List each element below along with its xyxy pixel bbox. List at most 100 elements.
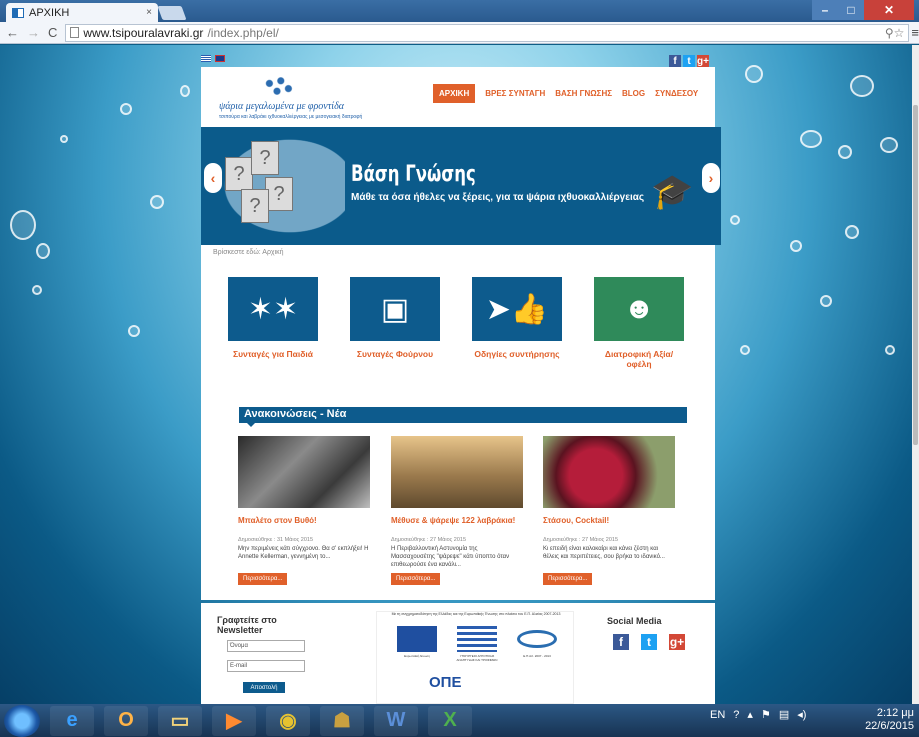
banner-subtitle: Μάθε τα όσα ήθελες να ξέρεις, για τα ψάρ… xyxy=(351,192,645,203)
site-header: ψάρια μεγαλωμένα με φροντίδα τσιπούρα κα… xyxy=(201,67,715,127)
article-excerpt: Μην περιμένεις κάτι σύγχρονο. Θα σ' εκπλ… xyxy=(238,546,369,560)
forward-arrow-icon[interactable]: → xyxy=(27,25,40,40)
maximize-button[interactable]: □ xyxy=(838,0,864,20)
menu-item-knowledge-base[interactable]: ΒΑΣΗ ΓΝΩΣΗΣ xyxy=(555,89,612,98)
banner-title: Βάση Γνώσης xyxy=(351,162,476,187)
category-oven-recipes[interactable]: ▣ Συνταγές Φούρνου xyxy=(350,277,440,359)
kids-icon: ✶✶ xyxy=(228,277,318,341)
english-flag-icon[interactable] xyxy=(215,55,225,62)
start-button[interactable] xyxy=(4,704,40,737)
hero-banner: ? ? ? ? Βάση Γνώσης Μάθε τα όσα ήθελες ν… xyxy=(201,127,721,245)
flag-icon[interactable]: ⚑ xyxy=(761,708,771,721)
banner-next-button[interactable]: › xyxy=(702,163,720,193)
menu-item-blog[interactable]: BLOG xyxy=(622,89,645,98)
newsletter-submit-button[interactable]: Αποστολή xyxy=(243,682,285,693)
menu-item-login[interactable]: ΣΥΝΔΕΣΟΥ xyxy=(655,89,698,98)
browser-toolbar: ← → C www.tsipouralavraki.gr /index.php/… xyxy=(0,22,919,44)
minimize-button[interactable]: – xyxy=(812,0,838,20)
partner-name: ΥΠΟΥΡΓΕΙΟ ΑΓΡΟΤΙΚΗΣ ΑΝΑΠΤΥΞΗΣ ΚΑΙ ΤΡΟΦΙΜ… xyxy=(456,654,498,662)
newsletter-email-field[interactable]: E-mail xyxy=(227,660,305,672)
article-title[interactable]: Μπαλέτο στον Βυθό! xyxy=(238,516,370,525)
news-article: Μπαλέτο στον Βυθό! Δημοσιεύθηκε : 31 Μάι… xyxy=(238,436,370,585)
article-title[interactable]: Μέθυσε & ψάρεψε 122 λαβράκια! xyxy=(391,516,523,525)
article-date: Δημοσιεύθηκε : 27 Μάιος 2015 xyxy=(391,537,467,543)
network-icon[interactable]: ▤ xyxy=(779,708,789,721)
article-excerpt: Κι επειδή είναι καλοκαίρι και κάνει ζέστ… xyxy=(543,546,665,560)
category-label[interactable]: Συνταγές Φούρνου xyxy=(350,349,440,359)
fish-logo-icon[interactable] xyxy=(258,73,296,99)
facebook-icon[interactable]: f xyxy=(613,634,629,650)
espa-logo-icon xyxy=(517,630,557,648)
menu-item-home[interactable]: ΑΡΧΙΚΗ xyxy=(433,84,476,103)
news-heading-bar: Ανακοινώσεις - Νέα xyxy=(239,407,687,427)
language-indicator[interactable]: EN xyxy=(710,709,725,721)
graduation-cap-icon: 🎓 xyxy=(651,173,694,211)
category-label[interactable]: Διατροφική Αξία/ οφέλη xyxy=(594,349,684,369)
footer-social-links: f t g+ xyxy=(613,634,685,650)
browser-tab[interactable]: ΑΡΧΙΚΗ × xyxy=(6,3,158,22)
category-label[interactable]: Οδηγίες συντήρησης xyxy=(472,349,562,359)
media-player-icon[interactable]: ▶ xyxy=(212,705,256,736)
file-explorer-icon[interactable]: ▭ xyxy=(158,705,202,736)
menu-item-find-recipe[interactable]: ΒΡΕΣ ΣΥΝΤΑΓΗ xyxy=(485,89,545,98)
category-label[interactable]: Συνταγές για Παιδιά xyxy=(228,349,318,359)
news-article: Στάσου, Cocktail! Δημοσιεύθηκε : 27 Μάιο… xyxy=(543,436,675,585)
news-heading: Ανακοινώσεις - Νέα xyxy=(244,408,347,420)
address-bar[interactable]: www.tsipouralavraki.gr /index.php/el/ ⚲☆ xyxy=(65,23,910,42)
app-icon[interactable]: ☗ xyxy=(320,705,364,736)
page-icon xyxy=(70,27,80,38)
greek-flag-icon xyxy=(457,626,497,652)
facebook-icon[interactable]: f xyxy=(669,55,681,67)
read-more-button[interactable]: Περισσότερα... xyxy=(391,573,441,585)
tab-title: ΑΡΧΙΚΗ xyxy=(29,6,70,19)
zoom-star-icon[interactable]: ⚲☆ xyxy=(885,26,905,40)
partner-name: Ευρωπαϊκή Ένωση xyxy=(404,654,430,658)
excel-icon[interactable]: X xyxy=(428,705,472,736)
article-image[interactable] xyxy=(391,436,523,508)
partner-name: Ε.Π.ΑΛ. 2007 - 2013 xyxy=(523,654,551,658)
category-kids-recipes[interactable]: ✶✶ Συνταγές για Παιδιά xyxy=(228,277,318,359)
internet-explorer-icon[interactable]: e xyxy=(50,705,94,736)
newsletter-name-field[interactable]: Όνομα xyxy=(227,640,305,652)
volume-icon[interactable]: ◂) xyxy=(797,708,806,721)
logo-title[interactable]: ψάρια μεγαλωμένα με φροντίδα xyxy=(219,101,344,112)
favicon-icon xyxy=(12,7,24,18)
ope-logo: ΟΠΕ xyxy=(429,674,462,691)
google-plus-icon[interactable]: g+ xyxy=(669,634,685,650)
tab-close-icon[interactable]: × xyxy=(146,7,152,18)
oven-icon: ▣ xyxy=(350,277,440,341)
read-more-button[interactable]: Περισσότερα... xyxy=(238,573,288,585)
page-scrollbar[interactable] xyxy=(912,45,919,704)
tray-expand-icon[interactable]: ▴ xyxy=(747,708,753,721)
google-plus-icon[interactable]: g+ xyxy=(697,55,709,67)
breadcrumb: Βρίσκεστε εδώ: Αρχική xyxy=(201,245,715,261)
chrome-menu-icon[interactable]: ≡ xyxy=(911,25,919,40)
article-date: Δημοσιεύθηκε : 27 Μάιος 2015 xyxy=(543,537,619,543)
article-image[interactable] xyxy=(238,436,370,508)
category-storage-tips[interactable]: ➤👍 Οδηγίες συντήρησης xyxy=(472,277,562,359)
banner-prev-button[interactable]: ‹ xyxy=(204,163,222,193)
category-nutrition[interactable]: ☻ Διατροφική Αξία/ οφέλη xyxy=(594,277,684,369)
reload-icon[interactable]: C xyxy=(48,25,57,40)
word-icon[interactable]: W xyxy=(374,705,418,736)
clock-time: 2:12 μμ xyxy=(876,707,914,719)
article-image[interactable] xyxy=(543,436,675,508)
outlook-icon[interactable]: O xyxy=(104,705,148,736)
greek-flag-icon[interactable] xyxy=(201,55,211,62)
scrollbar-thumb[interactable] xyxy=(913,105,918,445)
article-title[interactable]: Στάσου, Cocktail! xyxy=(543,516,675,525)
twitter-icon[interactable]: t xyxy=(641,634,657,650)
chrome-icon[interactable]: ◉ xyxy=(266,705,310,736)
fish-thumbs-up-icon: ➤👍 xyxy=(472,277,562,341)
twitter-icon[interactable]: t xyxy=(683,55,695,67)
social-media-title: Social Media xyxy=(607,616,662,626)
read-more-button[interactable]: Περισσότερα... xyxy=(543,573,593,585)
header-social-links: f t g+ xyxy=(669,55,709,67)
system-clock[interactable]: 2:12 μμ 22/6/2015 xyxy=(848,707,914,733)
help-icon[interactable]: ? xyxy=(733,709,739,721)
back-arrow-icon[interactable]: ← xyxy=(6,25,19,40)
url-domain: www.tsipouralavraki.gr xyxy=(83,25,204,40)
close-window-button[interactable]: ✕ xyxy=(864,0,914,20)
new-tab-button[interactable] xyxy=(157,6,187,20)
system-tray: EN ? ▴ ⚑ ▤ ◂) xyxy=(710,708,806,722)
